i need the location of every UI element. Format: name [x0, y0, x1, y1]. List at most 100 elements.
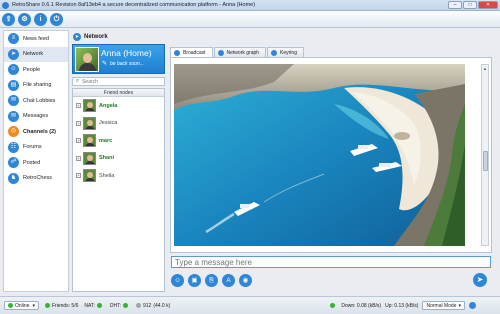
close-button[interactable]: ✕: [478, 1, 498, 9]
dht-status: DHT:: [110, 303, 130, 309]
maximize-button[interactable]: □: [463, 1, 477, 9]
search-box: ⌕: [72, 77, 165, 86]
tab-keyring[interactable]: Keyring: [267, 47, 304, 57]
smiley-icon[interactable]: ☺: [171, 273, 184, 287]
network-icon: ➤: [8, 48, 19, 60]
expand-icon[interactable]: +: [76, 155, 81, 161]
sidebar-item-label: Channels (2): [23, 128, 57, 135]
sidebar-item-chat-lobbies[interactable]: ✉ Chat Lobbies: [4, 93, 68, 109]
window-controls: – □ ✕: [448, 1, 498, 9]
list-item[interactable]: + marc: [73, 132, 164, 150]
expand-icon[interactable]: +: [76, 173, 81, 179]
font-icon[interactable]: A: [222, 273, 235, 287]
chevron-down-icon: ▾: [32, 302, 35, 309]
sidebar-item-label: News feed: [23, 35, 49, 42]
download-rate: Down: 0.08 (kB/s): [341, 302, 382, 309]
sidebar: ≡ News feed ➤ Network ☺ People ▤ File sh…: [3, 30, 69, 292]
list-item[interactable]: + Sheila: [73, 167, 164, 185]
tab-network-graph[interactable]: Network graph: [213, 47, 267, 57]
window-title: RetroShare 0.6.1 Revision 8af13eb4 a sec…: [12, 2, 256, 8]
avatar[interactable]: [75, 47, 99, 72]
online-status-icon: [8, 303, 13, 308]
expand-icon[interactable]: +: [76, 120, 81, 126]
dht-status-icon: [122, 303, 128, 308]
online-status-label: Online: [15, 302, 30, 309]
list-item[interactable]: + Shani: [73, 150, 164, 168]
minimize-button[interactable]: –: [448, 1, 462, 9]
page-title: Network: [84, 34, 108, 40]
chevron-down-icon: ▾: [458, 302, 461, 309]
picture-icon[interactable]: ▣: [188, 273, 201, 287]
settings-icon[interactable]: ⚙: [18, 12, 31, 26]
list-item[interactable]: + Angela: [73, 97, 164, 115]
dht-label: DHT:: [109, 302, 121, 309]
search-input[interactable]: [82, 78, 153, 85]
upload-rate: Up: 0.13 (kB/s): [385, 302, 419, 309]
info-icon[interactable]: i: [34, 12, 47, 26]
online-status-select[interactable]: Online ▾: [4, 301, 39, 310]
tab-label: Network graph: [226, 49, 260, 56]
sound-icon[interactable]: [469, 302, 476, 309]
keyring-icon: [271, 49, 278, 56]
share-icon[interactable]: ⇪: [2, 12, 15, 26]
nat-status-icon: [96, 303, 102, 308]
avatar: [83, 151, 96, 165]
scrollbar-thumb[interactable]: [483, 151, 488, 171]
avatar: [83, 134, 96, 148]
bandwidth-icon: [330, 303, 336, 308]
attach-icon[interactable]: ⎘: [205, 273, 218, 287]
channels-icon: ◎: [8, 126, 19, 138]
friend-name: Angela: [99, 102, 118, 109]
friend-name: marc: [99, 137, 113, 144]
peers-value: 912: [142, 302, 152, 309]
peers-count: 912 (44.0 k): [135, 302, 170, 309]
composer-toolbar: ☺ ▣ ⎘ A ◉ ➤: [171, 272, 493, 288]
nat-status: NAT:: [84, 303, 103, 309]
avatar-body: [79, 63, 96, 71]
avatar-face: [83, 53, 92, 63]
file-sharing-icon: ▤: [8, 79, 19, 91]
profile-status[interactable]: be back soon...: [110, 61, 144, 67]
friends-count: Friends: 5/6: [44, 302, 79, 309]
posted-icon: ☍: [8, 157, 19, 169]
sidebar-item-news-feed[interactable]: ≡ News feed: [4, 31, 68, 47]
broadcast-image: [174, 64, 465, 246]
sidebar-item-forums[interactable]: ☷ Forums: [4, 140, 68, 156]
image-icon[interactable]: ◉: [239, 273, 252, 287]
avatar: [83, 116, 96, 130]
tab-label: Keyring: [280, 49, 297, 56]
network-graph-icon: [217, 49, 224, 56]
sidebar-item-people[interactable]: ☺ People: [4, 62, 68, 78]
sidebar-item-messages[interactable]: ✉ Messages: [4, 109, 68, 125]
sidebar-item-file-sharing[interactable]: ▤ File sharing: [4, 78, 68, 94]
message-composer: [171, 256, 491, 268]
profile-name: Anna (Home): [101, 48, 152, 58]
edit-status-icon[interactable]: ✎: [102, 61, 108, 67]
forums-icon: ☷: [8, 141, 19, 153]
send-button[interactable]: ➤: [473, 273, 487, 287]
avatar: [83, 169, 96, 183]
news-feed-icon: ≡: [8, 33, 19, 45]
expand-icon[interactable]: +: [76, 138, 81, 144]
tab-broadcast[interactable]: Broadcast: [170, 47, 213, 57]
sidebar-item-retrochess[interactable]: ♞ RetroChess: [4, 171, 68, 187]
scroll-up-icon[interactable]: ▲: [482, 65, 488, 72]
list-item[interactable]: + Jessica: [73, 115, 164, 133]
broadcast-panel: ▲: [170, 57, 492, 253]
message-input[interactable]: [175, 257, 475, 267]
power-icon[interactable]: ⏻: [50, 12, 63, 26]
profile-card: Anna (Home) ✎ be back soon...: [72, 44, 165, 74]
sidebar-item-label: Network: [23, 51, 44, 58]
friends-count-label: Friends: 5/6: [51, 302, 79, 309]
sidebar-item-posted[interactable]: ☍ Posted: [4, 155, 68, 171]
expand-icon[interactable]: +: [76, 103, 81, 109]
mode-select[interactable]: Normal Mode ▾: [422, 301, 465, 310]
sidebar-item-network[interactable]: ➤ Network: [4, 46, 68, 62]
friend-name: Sheila: [99, 172, 115, 179]
tab-bar: Broadcast Network graph Keyring: [170, 47, 304, 57]
vertical-scrollbar[interactable]: ▲: [481, 64, 489, 246]
friend-name: Jessica: [99, 120, 118, 127]
main-toolbar: ⇪ ⚙ i ⏻: [0, 11, 500, 28]
nat-label: NAT:: [84, 302, 95, 309]
sidebar-item-channels[interactable]: ◎ Channels (2): [4, 124, 68, 140]
